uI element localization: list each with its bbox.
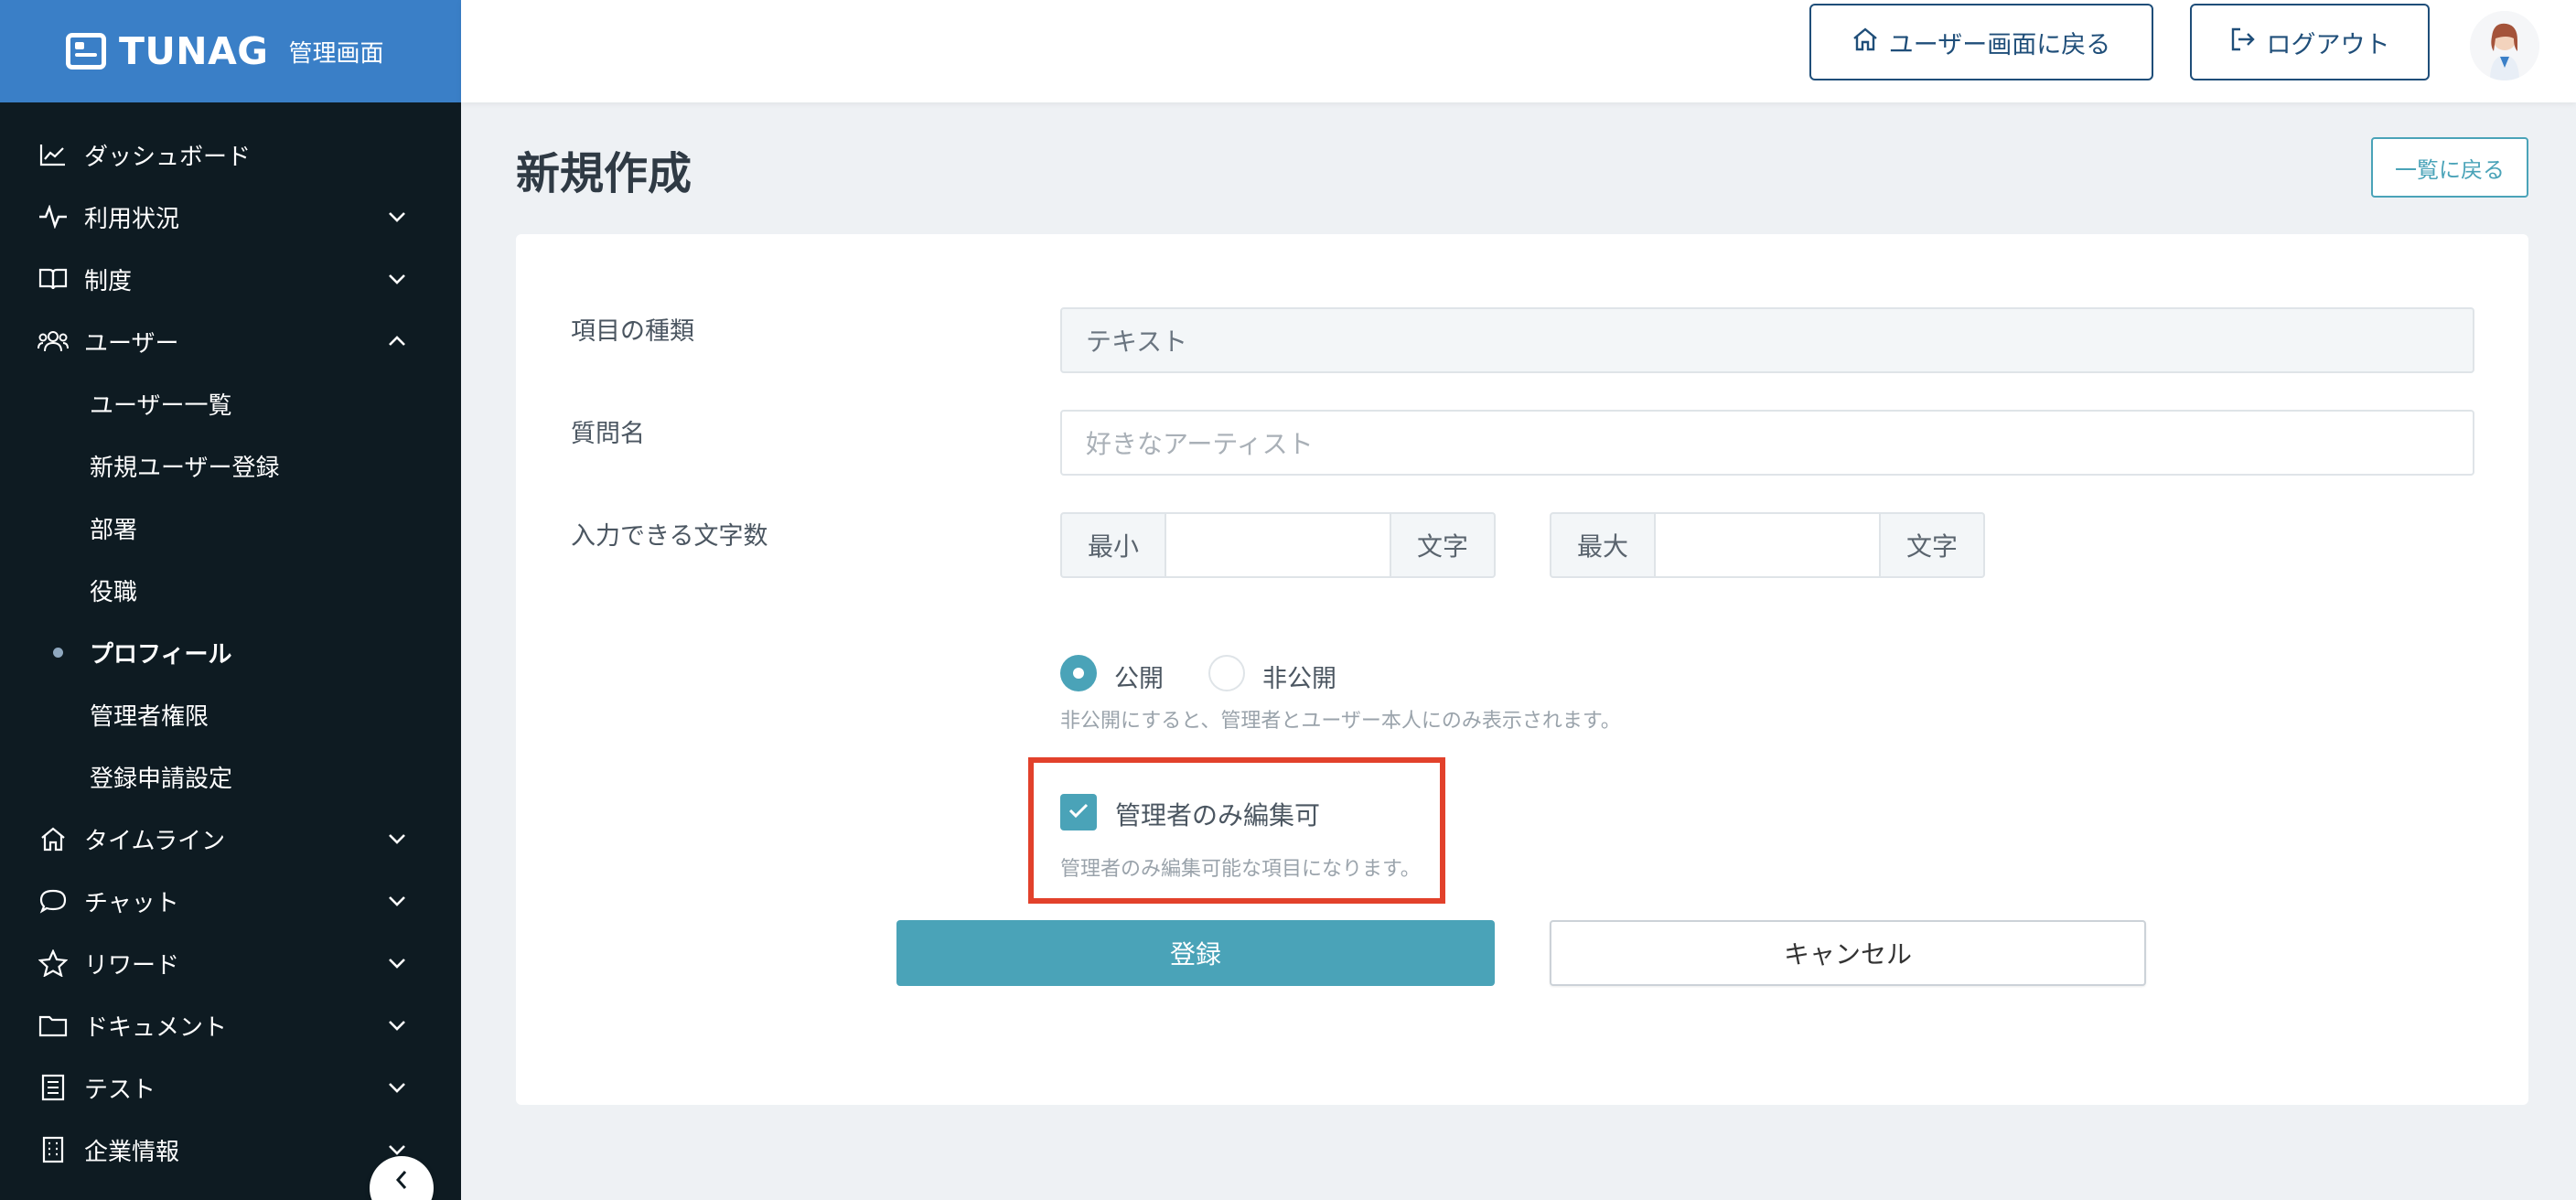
brand-subtitle: 管理画面 — [288, 39, 384, 68]
sidebar-subitem-label: 登録申請設定 — [90, 765, 233, 793]
chevron-down-icon — [384, 1075, 410, 1100]
public-radio-label: 公開 — [1114, 665, 1164, 693]
chevron-down-icon — [384, 204, 410, 230]
users-icon — [37, 325, 70, 358]
admin-only-hint: 管理者のみ編集可能な項目になります。 — [1060, 858, 1421, 881]
folder-icon — [37, 1009, 70, 1042]
activity-pulse-icon — [37, 200, 70, 233]
building-icon — [37, 1133, 70, 1166]
sidebar-item-dashboard[interactable]: ダッシュボード — [0, 123, 461, 186]
chat-bubble-icon — [37, 884, 70, 917]
admin-only-checkbox[interactable] — [1060, 794, 1097, 830]
char-count-label: 入力できる文字数 — [571, 522, 768, 551]
sidebar-item-timeline[interactable]: タイムライン — [0, 808, 461, 870]
sidebar-subitem-label: 管理者権限 — [90, 702, 209, 731]
chevron-up-icon — [384, 328, 410, 354]
sidebar-subitem-profile[interactable]: プロフィール — [0, 621, 461, 683]
private-radio-label: 非公開 — [1262, 665, 1336, 693]
question-name-placeholder: 好きなアーティスト — [1086, 429, 1314, 459]
checkmark-icon — [1068, 801, 1089, 823]
top-header: ユーザー画面に戻る ログアウト — [461, 0, 2576, 102]
max-unit-addon: 文字 — [1879, 512, 1985, 578]
chevron-down-icon — [384, 888, 410, 914]
sidebar-item-test[interactable]: テスト — [0, 1056, 461, 1119]
item-type-field: テキスト — [1060, 307, 2474, 373]
min-unit-addon: 文字 — [1390, 512, 1496, 578]
logout-label: ログアウト — [2266, 30, 2390, 59]
chevron-down-icon — [384, 826, 410, 852]
min-char-input[interactable] — [1165, 512, 1391, 578]
brand-name: TUNAG — [119, 29, 269, 73]
logout-icon — [2230, 27, 2256, 58]
register-button[interactable]: 登録 — [896, 920, 1495, 986]
sidebar-item-label: リワード — [84, 951, 180, 980]
sidebar-subitem-label: プロフィール — [90, 640, 232, 669]
cancel-button[interactable]: キャンセル — [1550, 920, 2146, 986]
back-to-list-button[interactable]: 一覧に戻る — [2371, 137, 2528, 198]
sidebar-subitem-new-user[interactable]: 新規ユーザー登録 — [0, 434, 461, 497]
sidebar-subitem-user-list[interactable]: ユーザー一覧 — [0, 372, 461, 434]
sidebar-item-label: 企業情報 — [84, 1138, 180, 1166]
chevron-down-icon — [384, 950, 410, 976]
sidebar-item-label: タイムライン — [84, 827, 226, 855]
chevron-down-icon — [384, 1012, 410, 1038]
page-title: 新規作成 — [516, 148, 692, 199]
logout-button[interactable]: ログアウト — [2190, 4, 2430, 80]
book-open-icon — [37, 262, 70, 295]
avatar[interactable] — [2470, 11, 2539, 80]
back-to-user-screen-label: ユーザー画面に戻る — [1888, 30, 2111, 59]
sidebar-subitem-position[interactable]: 役職 — [0, 559, 461, 621]
home-icon — [1852, 27, 1878, 58]
sidebar-subitem-label: 役職 — [90, 578, 138, 606]
sidebar-item-label: ダッシュボード — [84, 143, 252, 171]
question-name-input[interactable]: 好きなアーティスト — [1060, 410, 2474, 476]
sidebar-subitem-label: ユーザー一覧 — [90, 391, 232, 420]
private-radio[interactable] — [1208, 655, 1245, 691]
chevron-down-icon — [384, 266, 410, 292]
chevron-left-icon — [394, 1169, 409, 1195]
sidebar-item-reward[interactable]: リワード — [0, 932, 461, 994]
sidebar-item-label: ドキュメント — [84, 1013, 228, 1042]
back-to-user-screen-button[interactable]: ユーザー画面に戻る — [1809, 4, 2153, 80]
tunag-logo-icon — [66, 33, 106, 70]
checklist-icon — [37, 1071, 70, 1104]
active-indicator-dot — [53, 647, 63, 658]
sidebar-item-label: チャット — [84, 889, 179, 917]
sidebar-subitem-department[interactable]: 部署 — [0, 497, 461, 559]
chart-line-icon — [37, 138, 70, 171]
sidebar-item-chat[interactable]: チャット — [0, 870, 461, 932]
sidebar-item-document[interactable]: ドキュメント — [0, 994, 461, 1056]
sidebar-subitem-label: 新規ユーザー登録 — [90, 454, 280, 482]
sidebar-subitem-label: 部署 — [90, 516, 138, 544]
visibility-hint: 非公開にすると、管理者とユーザー本人にのみ表示されます。 — [1060, 710, 1621, 733]
public-radio[interactable] — [1060, 655, 1097, 691]
sidebar-item-label: 利用状況 — [84, 205, 180, 233]
sidebar-item-system[interactable]: 制度 — [0, 248, 461, 310]
sidebar-item-users[interactable]: ユーザー — [0, 310, 461, 372]
min-addon: 最小 — [1060, 512, 1166, 578]
item-type-value: テキスト — [1086, 327, 1188, 357]
star-icon — [37, 947, 70, 980]
max-addon: 最大 — [1550, 512, 1656, 578]
sidebar-item-label: ユーザー — [84, 329, 179, 358]
question-name-label: 質問名 — [571, 420, 645, 448]
admin-only-label: 管理者のみ編集可 — [1115, 800, 1321, 830]
sidebar-item-label: 制度 — [84, 267, 133, 295]
home-icon — [37, 822, 70, 855]
item-type-label: 項目の種類 — [571, 317, 694, 346]
max-char-input[interactable] — [1654, 512, 1881, 578]
sidebar-item-usage[interactable]: 利用状況 — [0, 186, 461, 248]
sidebar-item-label: テスト — [84, 1076, 156, 1104]
brand-header[interactable]: TUNAG 管理画面 — [0, 0, 461, 102]
sidebar-subitem-registration-settings[interactable]: 登録申請設定 — [0, 745, 461, 808]
sidebar: TUNAG 管理画面 ダッシュボード 利用状況 制度 ユーザー ユーザー一覧 新… — [0, 0, 461, 1200]
sidebar-subitem-admin-permission[interactable]: 管理者権限 — [0, 683, 461, 745]
